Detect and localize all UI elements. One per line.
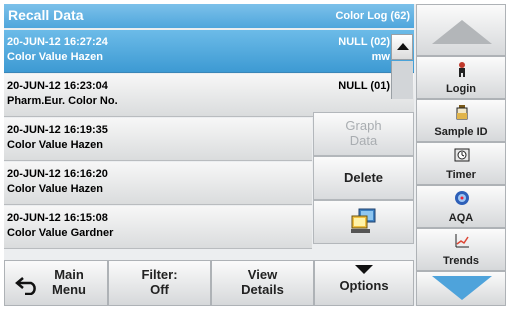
aqa-icon <box>455 191 469 205</box>
trend-chart-icon <box>455 234 469 248</box>
record-date: 20-JUN-12 16:15:08 <box>7 212 108 224</box>
timer-icon <box>454 148 470 162</box>
record-name: Color Value Hazen <box>7 51 103 63</box>
table-row[interactable]: 20-JUN-12 16:23:04 Pharm.Eur. Color No. … <box>4 74 414 117</box>
record-value: NULL (02) <box>338 36 390 48</box>
delete-button[interactable]: Delete <box>313 156 414 200</box>
bottom-toolbar: Main Menu Filter: Off View Details Optio… <box>4 260 414 306</box>
send-data-button[interactable] <box>313 200 414 244</box>
scroll-up-big-button[interactable] <box>416 4 506 56</box>
graph-data-label-2: Data <box>349 133 378 148</box>
login-label: Login <box>446 83 476 95</box>
table-row[interactable]: 20-JUN-12 16:27:24 Color Value Hazen NUL… <box>4 30 414 73</box>
login-button[interactable]: Login <box>416 56 506 99</box>
filter-label-1: Filter: <box>141 267 178 282</box>
aqa-label: AQA <box>448 212 474 224</box>
page-title: Recall Data <box>8 7 84 23</box>
record-name: Color Value Gardner <box>7 227 114 239</box>
record-date: 20-JUN-12 16:19:35 <box>7 124 108 136</box>
options-popup: Graph Data Delete <box>313 112 414 260</box>
graph-data-button[interactable]: Graph Data <box>313 112 414 156</box>
scroll-down-big-button[interactable] <box>416 271 506 306</box>
record-unit: mw <box>371 51 390 63</box>
timer-label: Timer <box>446 169 476 181</box>
filter-button[interactable]: Filter: Off <box>108 260 211 306</box>
main-menu-button[interactable]: Main Menu <box>4 260 108 306</box>
sample-id-label: Sample ID <box>434 126 488 138</box>
record-name: Color Value Hazen <box>7 183 103 195</box>
trends-label: Trends <box>442 255 480 267</box>
screen: Recall Data Color Log (62) 20-JUN-12 16:… <box>4 4 506 306</box>
user-icon <box>459 62 465 77</box>
arrow-up-icon <box>432 20 492 44</box>
record-name: Pharm.Eur. Color No. <box>7 95 118 107</box>
view-details-label-2: Details <box>241 282 284 297</box>
view-details-label-1: View <box>247 267 278 282</box>
arrow-down-icon <box>432 276 492 300</box>
aqa-button[interactable]: AQA <box>416 185 506 228</box>
trends-button[interactable]: Trends <box>416 228 506 271</box>
table-row[interactable]: 20-JUN-12 16:16:20 Color Value Hazen <box>4 162 312 205</box>
record-date: 20-JUN-12 16:23:04 <box>7 80 108 92</box>
filter-label-2: Off <box>150 282 169 297</box>
graph-data-label-1: Graph <box>345 118 382 133</box>
scrollbar[interactable] <box>391 61 413 99</box>
computer-icon <box>350 208 375 233</box>
title-bar: Recall Data Color Log (62) <box>4 4 414 28</box>
options-label: Options <box>339 278 389 293</box>
record-name: Color Value Hazen <box>7 139 103 151</box>
delete-label: Delete <box>343 170 384 185</box>
table-row[interactable]: 20-JUN-12 16:19:35 Color Value Hazen <box>4 118 312 161</box>
record-date: 20-JUN-12 16:16:20 <box>7 168 108 180</box>
sample-bottle-icon <box>456 105 468 120</box>
table-row[interactable]: 20-JUN-12 16:15:08 Color Value Gardner <box>4 206 312 249</box>
record-value: NULL (01) <box>338 80 390 92</box>
log-count: Color Log (62) <box>335 10 410 22</box>
right-sidebar: Login Sample ID Timer AQA Trends <box>416 4 506 306</box>
chevron-up-icon <box>397 43 409 50</box>
scroll-up-button[interactable] <box>391 34 413 60</box>
view-details-button[interactable]: View Details <box>211 260 314 306</box>
sample-id-button[interactable]: Sample ID <box>416 99 506 142</box>
record-date: 20-JUN-12 16:27:24 <box>7 36 108 48</box>
back-arrow-icon <box>15 277 36 295</box>
timer-button[interactable]: Timer <box>416 142 506 185</box>
options-button[interactable]: Options <box>314 260 414 306</box>
chevron-down-icon <box>355 265 373 274</box>
